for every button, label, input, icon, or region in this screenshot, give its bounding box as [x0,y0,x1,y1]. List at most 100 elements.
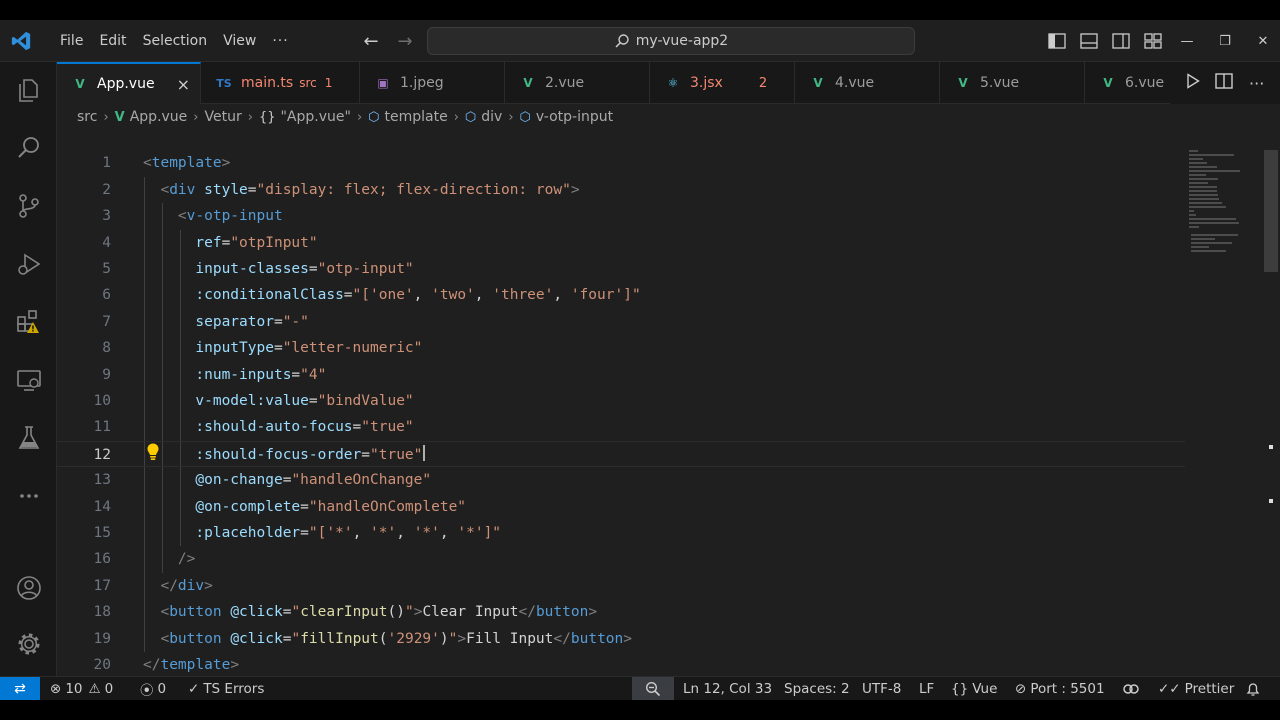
remote-indicator-icon[interactable]: ⇄ [0,677,40,700]
breadcrumb-src[interactable]: src [77,109,97,125]
restore-icon[interactable]: ❐ [1206,20,1244,62]
tab-path: src [299,76,317,90]
more-actions-icon[interactable]: ··· [1249,74,1264,93]
minimize-icon[interactable]: — [1168,20,1206,62]
line-number: 3 [102,208,111,225]
code-line[interactable]: 7 separator="-" [57,309,1185,335]
close-window-icon[interactable]: ✕ [1244,20,1280,62]
minimap[interactable] [1189,150,1249,260]
source-control-icon[interactable] [0,182,57,230]
breadcrumb-module[interactable]: "App.vue" [280,109,350,125]
lightbulb-icon[interactable] [145,442,161,462]
split-editor-icon[interactable] [1215,73,1234,93]
code-line[interactable]: 17 </div> [57,573,1185,599]
breadcrumb-template[interactable]: template [385,109,448,125]
minimap-line [1191,250,1226,252]
tab-2-vue[interactable]: V 2.vue [505,62,650,104]
tab-5-vue[interactable]: V 5.vue [940,62,1085,104]
code-line[interactable]: 20 </template> [57,652,1185,676]
line-number: 8 [102,340,111,357]
code-line[interactable]: 10 v-model:value="bindValue" [57,388,1185,414]
code-line[interactable]: 9 :num-inputs="4" [57,362,1185,388]
language-mode[interactable]: {} Vue [951,677,997,700]
back-arrow-icon[interactable]: ← [358,28,384,54]
tab-4-vue[interactable]: V 4.vue [795,62,940,104]
chevron-right-icon: › [103,109,109,125]
broadcast-icon: ⦿ [140,683,154,699]
code-line[interactable]: 19 <button @click="fillInput('2929')">Fi… [57,626,1185,652]
menu-view[interactable]: View [215,33,264,49]
menu-more[interactable]: ··· [264,33,296,49]
breadcrumb-div[interactable]: div [481,109,502,125]
bell-icon[interactable] [1245,677,1261,700]
code-token: inputType [195,340,274,357]
breadcrumb-vetur[interactable]: Vetur [205,109,242,125]
tab-app-vue[interactable]: V App.vue × [57,62,201,104]
tab-3-jsx[interactable]: ⚛ 3.jsx 2 [650,62,795,104]
ts-errors-indicator[interactable]: ✓ TS Errors [188,677,264,700]
code-line[interactable]: 2 <div style="display: flex; flex-direct… [57,177,1185,203]
ports-indicator[interactable]: ⦿ 0 [140,677,166,700]
code-line[interactable]: 5 input-classes="otp-input" [57,256,1185,282]
customize-layout-icon[interactable] [1140,29,1166,53]
code-line[interactable]: 18 <button @click="clearInput()">Clear I… [57,599,1185,625]
minimap-line [1191,242,1232,244]
code-line[interactable]: 13 @on-change="handleOnChange" [57,467,1185,493]
close-icon[interactable]: × [177,75,190,94]
accounts-icon[interactable] [0,564,57,612]
code-token: = [361,446,370,463]
image-icon: ▣ [377,76,389,90]
menu-selection[interactable]: Selection [135,33,216,49]
code-line[interactable]: 6 :conditionalClass="['one', 'two', 'thr… [57,282,1185,308]
extensions-icon[interactable]: ! [0,298,57,346]
more-views-icon[interactable] [0,472,57,520]
code-line[interactable]: 14 @on-complete="handleOnComplete" [57,494,1185,520]
code-line[interactable]: 11 :should-auto-focus="true" [57,414,1185,440]
vue-icon: V [114,109,125,125]
settings-gear-icon[interactable] [0,620,57,668]
menu-file[interactable]: File [52,33,91,49]
tab-main-ts[interactable]: TS main.ts src 1 [201,62,360,104]
code-editor[interactable]: 1 <template> 2 <div style="display: flex; … [57,130,1280,676]
tab-1-jpeg[interactable]: ▣ 1.jpeg [360,62,505,104]
code-line[interactable]: 15 :placeholder="['*', '*', '*', '*']" [57,520,1185,546]
menu-edit[interactable]: Edit [91,33,134,49]
toggle-panel-icon[interactable] [1076,29,1102,53]
toggle-primary-sidebar-icon[interactable] [1044,29,1070,53]
code-token: "4" [300,366,327,383]
indentation[interactable]: Spaces: 2 [784,677,850,700]
code-line[interactable]: 8 inputType="letter-numeric" [57,335,1185,361]
vertical-scrollbar[interactable] [1264,150,1278,272]
command-center[interactable]: my-vue-app2 [427,27,915,55]
forward-arrow-icon[interactable]: → [392,28,418,54]
code-line[interactable]: 16 /> [57,546,1185,572]
code-token: '*' [326,525,353,541]
code-line[interactable]: 3 <v-otp-input [57,203,1185,229]
minimap-line [1191,234,1238,236]
breadcrumb-file[interactable]: App.vue [130,109,188,125]
encoding[interactable]: UTF-8 [862,677,901,700]
breadcrumb-v-otp-input[interactable]: v-otp-input [536,109,613,125]
code-line[interactable]: 1 <template> [57,150,1185,176]
run-play-icon[interactable] [1186,73,1200,93]
end-of-line[interactable]: LF [919,677,934,700]
code-line[interactable]: 12 :should-focus-order="true" [57,440,1185,468]
zoom-icon[interactable] [632,677,674,700]
problems-indicator[interactable]: ⊗ 10 ⚠ 0 [50,677,113,700]
testing-icon[interactable] [0,414,57,462]
code-token: </ [518,604,536,621]
copilot-icon[interactable] [1122,677,1140,700]
line-content: @on-complete="handleOnComplete" [143,494,466,520]
explorer-icon[interactable] [0,66,57,114]
code-line[interactable]: 4 ref="otpInput" [57,230,1185,256]
search-icon[interactable] [0,124,57,172]
run-debug-icon[interactable] [0,240,57,288]
prettier-indicator[interactable]: ✓✓ Prettier [1158,677,1234,700]
cursor-position[interactable]: Ln 12, Col 33 [683,677,772,700]
live-server-port[interactable]: ⊘ Port : 5501 [1015,677,1105,700]
toggle-secondary-sidebar-icon[interactable] [1108,29,1134,53]
remote-explorer-icon[interactable] [0,356,57,404]
tab-6-vue[interactable]: V 6.vue [1085,62,1175,104]
code-token: v-otp-input [186,208,283,225]
